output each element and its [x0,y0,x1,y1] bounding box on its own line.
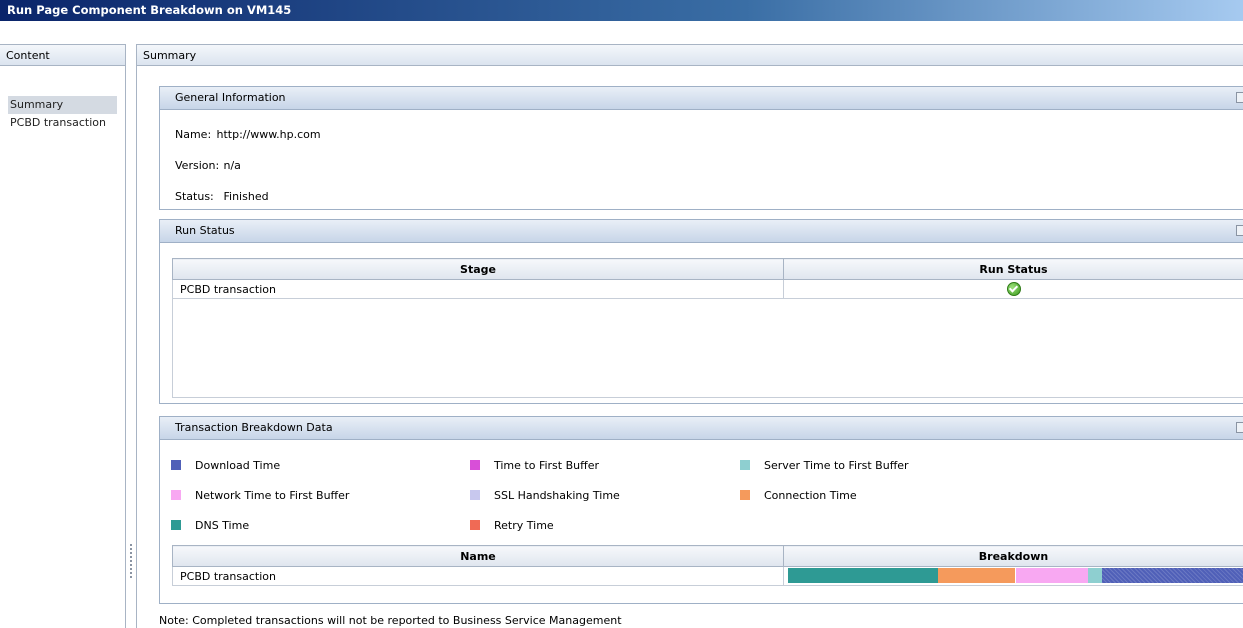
general-information-header: General Information [160,87,1243,110]
column-header-stage[interactable]: Stage [172,258,784,280]
general-information-section: General Information Name: http://www.hp.… [159,86,1243,210]
legend-download-time: Download Time [171,459,280,472]
legend-retry-time: Retry Time [470,519,554,532]
legend-dns-time: DNS Time [171,519,249,532]
version-label: Version: [175,159,220,172]
window-title-bar: Run Page Component Breakdown on VM145 [0,0,1243,21]
run-status-title: Run Status [175,224,235,237]
info-status-row: Status: Finished [175,190,269,203]
content-panel: Content Summary PCBD transaction [0,44,126,628]
legend-server-time-to-first-buffer: Server Time to First Buffer [740,459,909,472]
transaction-name-cell: PCBD transaction [172,566,784,586]
legend-label: Retry Time [494,519,554,532]
legend-connection-time: Connection Time [740,489,857,502]
column-header-name[interactable]: Name [172,545,784,567]
legend-ssl-handshaking-time: SSL Handshaking Time [470,489,620,502]
info-version-row: Version: n/a [175,159,241,172]
table-row[interactable]: PCBD transaction [172,279,1243,299]
info-name-row: Name: http://www.hp.com [175,128,321,141]
legend-label: SSL Handshaking Time [494,489,620,502]
run-status-section: Run Status Stage Run Status PCBD transac… [159,219,1243,404]
nav-item-summary[interactable]: Summary [8,96,117,114]
run-status-header: Run Status [160,220,1243,243]
legend-swatch [470,520,480,530]
table-row[interactable]: PCBD transaction [172,566,1243,586]
breakdown-segment-server-time-to-first-buffer[interactable] [1088,568,1102,583]
breakdown-cell [783,566,1243,586]
name-label: Name: [175,128,212,141]
transaction-breakdown-header: Transaction Breakdown Data [160,417,1243,440]
legend-label: Server Time to First Buffer [764,459,909,472]
panel-splitter[interactable] [126,44,137,628]
content-panel-header: Content [0,44,125,66]
legend-label: Download Time [195,459,281,472]
collapse-icon[interactable] [1236,422,1243,433]
breakdown-table: Name Breakdown PCBD transaction [172,545,1243,586]
nav-item-pcbd-transaction[interactable]: PCBD transaction [8,114,117,132]
run-status-table: Stage Run Status PCBD transaction [172,258,1243,398]
legend-network-time-to-first-buffer: Network Time to First Buffer [171,489,349,502]
breakdown-segment-dns-time[interactable] [788,568,939,583]
column-header-run-status[interactable]: Run Status [783,258,1243,280]
legend-swatch [470,490,480,500]
collapse-icon[interactable] [1236,92,1243,103]
legend-swatch [740,460,750,470]
splitter-grip-icon[interactable] [130,544,132,578]
stage-cell: PCBD transaction [172,279,784,299]
legend-swatch [171,460,181,470]
general-information-title: General Information [175,91,286,104]
collapse-icon[interactable] [1236,225,1243,236]
name-value: http://www.hp.com [216,128,321,141]
transaction-breakdown-section: Transaction Breakdown Data Download Time… [159,416,1243,604]
breakdown-segment-download-time[interactable] [1101,568,1243,583]
breakdown-bar [788,568,1243,583]
breakdown-segment-connection-time[interactable] [938,568,1016,583]
version-value: n/a [223,159,241,172]
success-check-icon [1006,282,1021,296]
legend-label: Time to First Buffer [494,459,599,472]
run-status-cell [783,279,1243,299]
status-label: Status: [175,190,214,203]
legend-label: Network Time to First Buffer [195,489,350,502]
transaction-breakdown-title: Transaction Breakdown Data [175,421,333,434]
legend-swatch [171,490,181,500]
breakdown-segment-network-time-to-first-buffer[interactable] [1015,568,1089,583]
legend-time-to-first-buffer: Time to First Buffer [470,459,599,472]
summary-panel: Summary General Information Name: http:/… [137,44,1243,628]
note-text: Note: Completed transactions will not be… [159,614,622,627]
legend-swatch [171,520,181,530]
status-value: Finished [223,190,269,203]
legend-label: DNS Time [195,519,250,532]
legend-swatch [740,490,750,500]
window-title: Run Page Component Breakdown on VM145 [7,3,292,17]
legend-label: Connection Time [764,489,857,502]
summary-panel-header: Summary [137,44,1243,66]
column-header-breakdown[interactable]: Breakdown [783,545,1243,567]
legend-swatch [470,460,480,470]
